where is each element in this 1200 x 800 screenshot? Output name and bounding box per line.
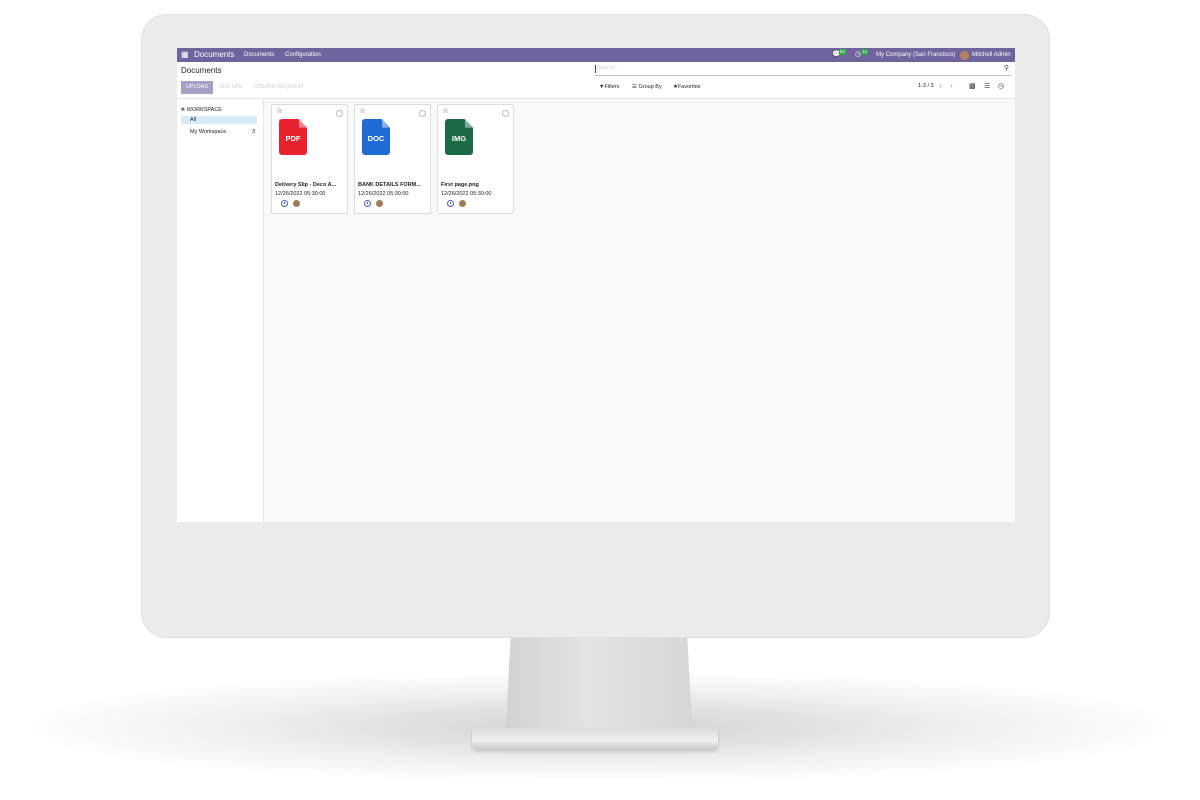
kanban-view-icon[interactable]: ▩: [969, 82, 976, 91]
favorite-star-icon[interactable]: ☆: [276, 106, 283, 116]
workspace-sidebar: ■ WORKSPACE All My Workspace 3: [177, 99, 264, 522]
filters-label: Filters: [604, 84, 620, 90]
upload-button[interactable]: UPLOAD: [181, 81, 213, 94]
layers-icon: ☰: [632, 84, 637, 90]
documents-kanban: ☆ PDF Delivery Slip - Deco A... 12/26/20…: [264, 99, 1015, 522]
menu-documents[interactable]: Documents: [244, 48, 274, 62]
pager-value[interactable]: 1-3 / 3: [918, 82, 934, 91]
apps-menu-icon[interactable]: ▦: [181, 50, 189, 59]
monitor-stand-base: [472, 728, 718, 750]
search-icon[interactable]: ⚲: [1004, 64, 1009, 72]
messages-badge: 54: [839, 49, 847, 55]
add-url-button[interactable]: ADD URL: [219, 81, 243, 94]
company-switcher[interactable]: My Company (San Francisco): [876, 48, 955, 62]
user-avatar[interactable]: [960, 51, 969, 60]
document-card[interactable]: ☆ PDF Delivery Slip - Deco A... 12/26/20…: [271, 104, 348, 214]
document-date: 12/26/2022 05:30:00: [358, 191, 409, 197]
document-name: Delivery Slip - Deco A...: [275, 182, 337, 188]
favorite-star-icon[interactable]: ☆: [359, 106, 366, 116]
select-checkbox[interactable]: [502, 110, 509, 117]
folder-icon: ■: [181, 107, 185, 113]
page-title: Documents: [181, 66, 222, 75]
favorites-label: Favorites: [677, 84, 701, 90]
document-card[interactable]: ☆ DOC BANK DETAILS FORM... 12/26/2022 05…: [354, 104, 431, 214]
document-date: 12/26/2022 05:30:00: [275, 191, 326, 197]
sidebar-item-label: My Workspace: [190, 129, 227, 135]
sidebar-item-all[interactable]: All: [181, 116, 257, 124]
activity-clock-icon[interactable]: [364, 200, 371, 207]
activity-clock-icon[interactable]: [447, 200, 454, 207]
filters-button[interactable]: ▼Filters: [599, 83, 619, 92]
workspace-heading: ■ WORKSPACE: [181, 106, 222, 114]
favorites-button[interactable]: ★Favorites: [673, 83, 701, 92]
app-brand[interactable]: Documents: [194, 49, 234, 61]
sidebar-item-count: 3: [251, 129, 255, 135]
file-type-label: IMG: [451, 134, 467, 143]
search-input[interactable]: Search...: [597, 65, 619, 71]
create-request-button[interactable]: CREATE REQUEST: [254, 81, 304, 94]
owner-avatar: [376, 200, 383, 207]
document-name: BANK DETAILS FORM...: [358, 182, 421, 188]
file-type-label: DOC: [367, 134, 385, 143]
monitor-frame: ▦ Documents Documents Configuration 💬 54 …: [141, 14, 1050, 638]
user-menu[interactable]: Mitchell Admin: [972, 48, 1011, 62]
pager-next-icon[interactable]: ›: [950, 81, 953, 90]
activities-icon[interactable]: ◷ 12: [855, 49, 869, 59]
document-card[interactable]: ☆ IMG First page.png 12/26/2022 05:30:00: [437, 104, 514, 214]
select-checkbox[interactable]: [419, 110, 426, 117]
favorite-star-icon[interactable]: ☆: [442, 106, 449, 116]
activity-clock-icon[interactable]: [281, 200, 288, 207]
select-checkbox[interactable]: [336, 110, 343, 117]
activity-view-icon[interactable]: ◷: [998, 82, 1004, 91]
list-view-icon[interactable]: ☰: [984, 82, 990, 91]
owner-avatar: [293, 200, 300, 207]
top-navbar: ▦ Documents Documents Configuration 💬 54 …: [177, 48, 1015, 62]
document-name: First page.png: [441, 182, 479, 188]
group-by-label: Group By: [638, 84, 662, 90]
sidebar-item-label: All: [190, 117, 197, 123]
messages-icon[interactable]: 💬 54: [832, 49, 847, 59]
group-by-button[interactable]: ☰ Group By: [632, 83, 662, 92]
sidebar-item-my-workspace[interactable]: My Workspace 3: [181, 128, 257, 136]
owner-avatar: [459, 200, 466, 207]
search-bar[interactable]: Search... ⚲: [595, 64, 1011, 76]
menu-configuration[interactable]: Configuration: [285, 48, 321, 62]
file-type-label: PDF: [285, 134, 301, 143]
activities-badge: 12: [861, 49, 869, 55]
document-date: 12/26/2022 05:30:00: [441, 191, 492, 197]
screen: ▦ Documents Documents Configuration 💬 54 …: [177, 48, 1015, 522]
search-caret: [595, 65, 596, 73]
pager-prev-icon[interactable]: ‹: [939, 81, 942, 90]
workspace-heading-label: WORKSPACE: [186, 107, 222, 113]
